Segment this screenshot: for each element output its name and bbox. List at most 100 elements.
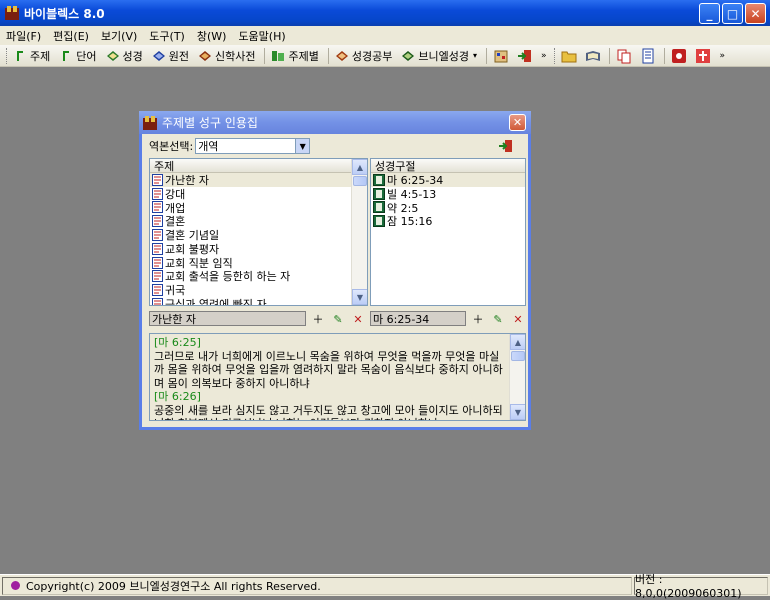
edit-pencil-icon[interactable]: ✎ xyxy=(331,312,345,326)
scroll-thumb[interactable] xyxy=(511,351,525,361)
topic-list[interactable]: 주제 가난한 자 강대 개업 결혼 결혼 기념일 교회 불평자 교회 직분 임직… xyxy=(149,158,368,306)
verse-list[interactable]: 성경구절 마 6:25-34 빌 4:5-13 약 2:5 잠 15:16 xyxy=(370,158,526,306)
toolbar: 주제 단어 성경 원전 신학사전 주제별 성경공부 브니엘성경 ▾ » » xyxy=(0,45,770,67)
bracket-icon xyxy=(17,50,23,61)
document-icon xyxy=(152,242,163,255)
minimize-button[interactable]: _ xyxy=(699,3,720,24)
version-label: 역본선택: xyxy=(149,140,194,153)
toolbar-word-button[interactable]: 단어 xyxy=(59,48,97,64)
document-icon xyxy=(152,201,163,214)
status-bar: Copyright(c) 2009 브니엘성경연구소 All rights Re… xyxy=(0,573,770,600)
toolbar-bible-button[interactable]: 성경 xyxy=(106,48,143,64)
toolbar-topic-button[interactable]: 주제 xyxy=(13,48,50,64)
menu-tools[interactable]: 도구(T) xyxy=(149,28,185,44)
toolbar-peniel-label: 브니엘성경 xyxy=(418,49,469,63)
delete-icon[interactable]: ✕ xyxy=(511,312,525,326)
close-button[interactable]: ✕ xyxy=(745,3,766,24)
topic-verses-window: 주제별 성구 인용집 ✕ 역본선택: 개역 ▼ 주제 가난한 자 강대 개업 결… xyxy=(139,111,531,430)
toolbar-separator xyxy=(664,47,666,64)
folder-icon[interactable] xyxy=(561,48,577,64)
scroll-up-icon[interactable]: ▲ xyxy=(352,159,367,175)
document-view-icon[interactable] xyxy=(640,48,656,64)
copyright-text: Copyright(c) 2009 브니엘성경연구소 All rights Re… xyxy=(26,579,321,593)
menu-file[interactable]: 파일(F) xyxy=(6,28,41,44)
book-icon xyxy=(152,50,165,61)
menu-help[interactable]: 도움말(H) xyxy=(238,28,285,44)
add-icon[interactable]: ＋ xyxy=(471,312,485,326)
document-icon xyxy=(152,173,163,186)
text-scrollbar[interactable]: ▲ ▼ xyxy=(509,334,525,420)
toolbar-original-label: 원전 xyxy=(168,49,189,63)
book-icon xyxy=(335,50,348,61)
version-select[interactable]: 개역 ▼ xyxy=(195,138,311,154)
menu-view[interactable]: 보기(V) xyxy=(101,28,137,44)
menu-bar: 파일(F) 편집(E) 보기(V) 도구(T) 창(W) 도움말(H) xyxy=(0,26,770,45)
scroll-up-icon[interactable]: ▲ xyxy=(510,334,525,350)
chevron-down-icon[interactable]: ▾ xyxy=(473,51,477,60)
child-close-button[interactable]: ✕ xyxy=(509,114,526,131)
list-item[interactable]: 잠 15:16 xyxy=(371,214,525,228)
version-select-value: 개역 xyxy=(198,140,219,153)
grid-tool-icon[interactable] xyxy=(493,48,509,64)
document-icon xyxy=(152,187,163,200)
tree-icon xyxy=(272,50,285,61)
toolbar-separator xyxy=(485,47,487,64)
status-indicator-icon xyxy=(11,581,20,590)
toolbar-grip[interactable] xyxy=(6,47,9,64)
status-copyright-pane: Copyright(c) 2009 브니엘성경연구소 All rights Re… xyxy=(2,576,632,595)
chevron-down-icon[interactable]: ▼ xyxy=(295,139,310,153)
bible-book-icon xyxy=(373,201,385,214)
scroll-thumb[interactable] xyxy=(353,176,367,186)
toolbar-original-button[interactable]: 원전 xyxy=(152,48,189,64)
toolbar-peniel-button[interactable]: 브니엘성경 ▾ xyxy=(401,48,477,64)
scroll-down-icon[interactable]: ▼ xyxy=(352,289,367,305)
scripture-text-panel[interactable]: [마 6:25] 그러므로 내가 너희에게 이르노니 목숨을 위하여 무엇을 먹… xyxy=(149,333,526,421)
app-title: 바이블렉스 8.0 xyxy=(24,6,105,21)
verse-label: 잠 15:16 xyxy=(387,215,433,229)
scroll-down-icon[interactable]: ▼ xyxy=(510,404,525,420)
app-icon xyxy=(5,6,19,20)
exit-door-icon[interactable] xyxy=(498,138,514,154)
verse-field[interactable]: 마 6:25-34 xyxy=(370,311,466,326)
toolbar-dictionary-button[interactable]: 신학사전 xyxy=(198,48,255,64)
menu-edit[interactable]: 편집(E) xyxy=(53,28,89,44)
toolbar-overflow-icon[interactable]: » xyxy=(541,51,547,61)
toolbar-bible-label: 성경 xyxy=(122,49,143,63)
toolbar-separator xyxy=(327,47,329,64)
copy-icon[interactable] xyxy=(616,48,632,64)
open-book-icon[interactable] xyxy=(585,48,601,64)
add-icon[interactable]: ＋ xyxy=(311,312,325,326)
verse-reference: [마 6:26] xyxy=(154,390,201,403)
verse-text: 그러므로 내가 너희에게 이르노니 목숨을 위하여 무엇을 먹을까 무엇을 마실… xyxy=(154,349,503,390)
topic-scrollbar[interactable]: ▲ ▼ xyxy=(351,159,367,305)
toolbar-study-label: 성경공부 xyxy=(351,49,393,63)
maximize-button[interactable]: □ xyxy=(722,3,743,24)
menu-window[interactable]: 창(W) xyxy=(197,28,227,44)
toolbar-by-topic-button[interactable]: 주제별 xyxy=(271,48,319,64)
delete-icon[interactable]: ✕ xyxy=(351,312,365,326)
document-icon xyxy=(152,270,163,283)
bible-book-icon xyxy=(373,215,385,228)
toolbar-separator xyxy=(609,47,611,64)
book-icon xyxy=(106,50,119,61)
record-icon[interactable] xyxy=(671,48,687,64)
topic-field[interactable]: 가난한 자 xyxy=(149,311,306,326)
child-app-icon xyxy=(143,115,157,130)
toolbar-grip[interactable] xyxy=(554,47,557,64)
main-titlebar[interactable]: 바이블렉스 8.0 _ □ ✕ xyxy=(0,0,770,26)
document-icon xyxy=(152,284,163,297)
child-title: 주제별 성구 인용집 xyxy=(162,116,258,130)
verse-reference: [마 6:25] xyxy=(154,336,201,349)
exit-door-icon[interactable] xyxy=(517,48,533,64)
child-titlebar[interactable]: 주제별 성구 인용집 ✕ xyxy=(139,111,531,134)
book-icon xyxy=(199,50,211,61)
toolbar-study-button[interactable]: 성경공부 xyxy=(335,48,392,64)
edit-pencil-icon[interactable]: ✎ xyxy=(491,312,505,326)
list-item[interactable]: 근심과 염려에 빠진 자 xyxy=(150,297,351,305)
topic-column-header[interactable]: 주제 xyxy=(150,159,351,173)
verse-column-header[interactable]: 성경구절 xyxy=(371,159,525,173)
document-icon xyxy=(152,256,163,269)
cross-tool-icon[interactable] xyxy=(695,48,711,64)
status-version-pane: 버전 : 8,0,0(2009060301) xyxy=(634,573,768,600)
toolbar-overflow-icon[interactable]: » xyxy=(719,51,725,61)
